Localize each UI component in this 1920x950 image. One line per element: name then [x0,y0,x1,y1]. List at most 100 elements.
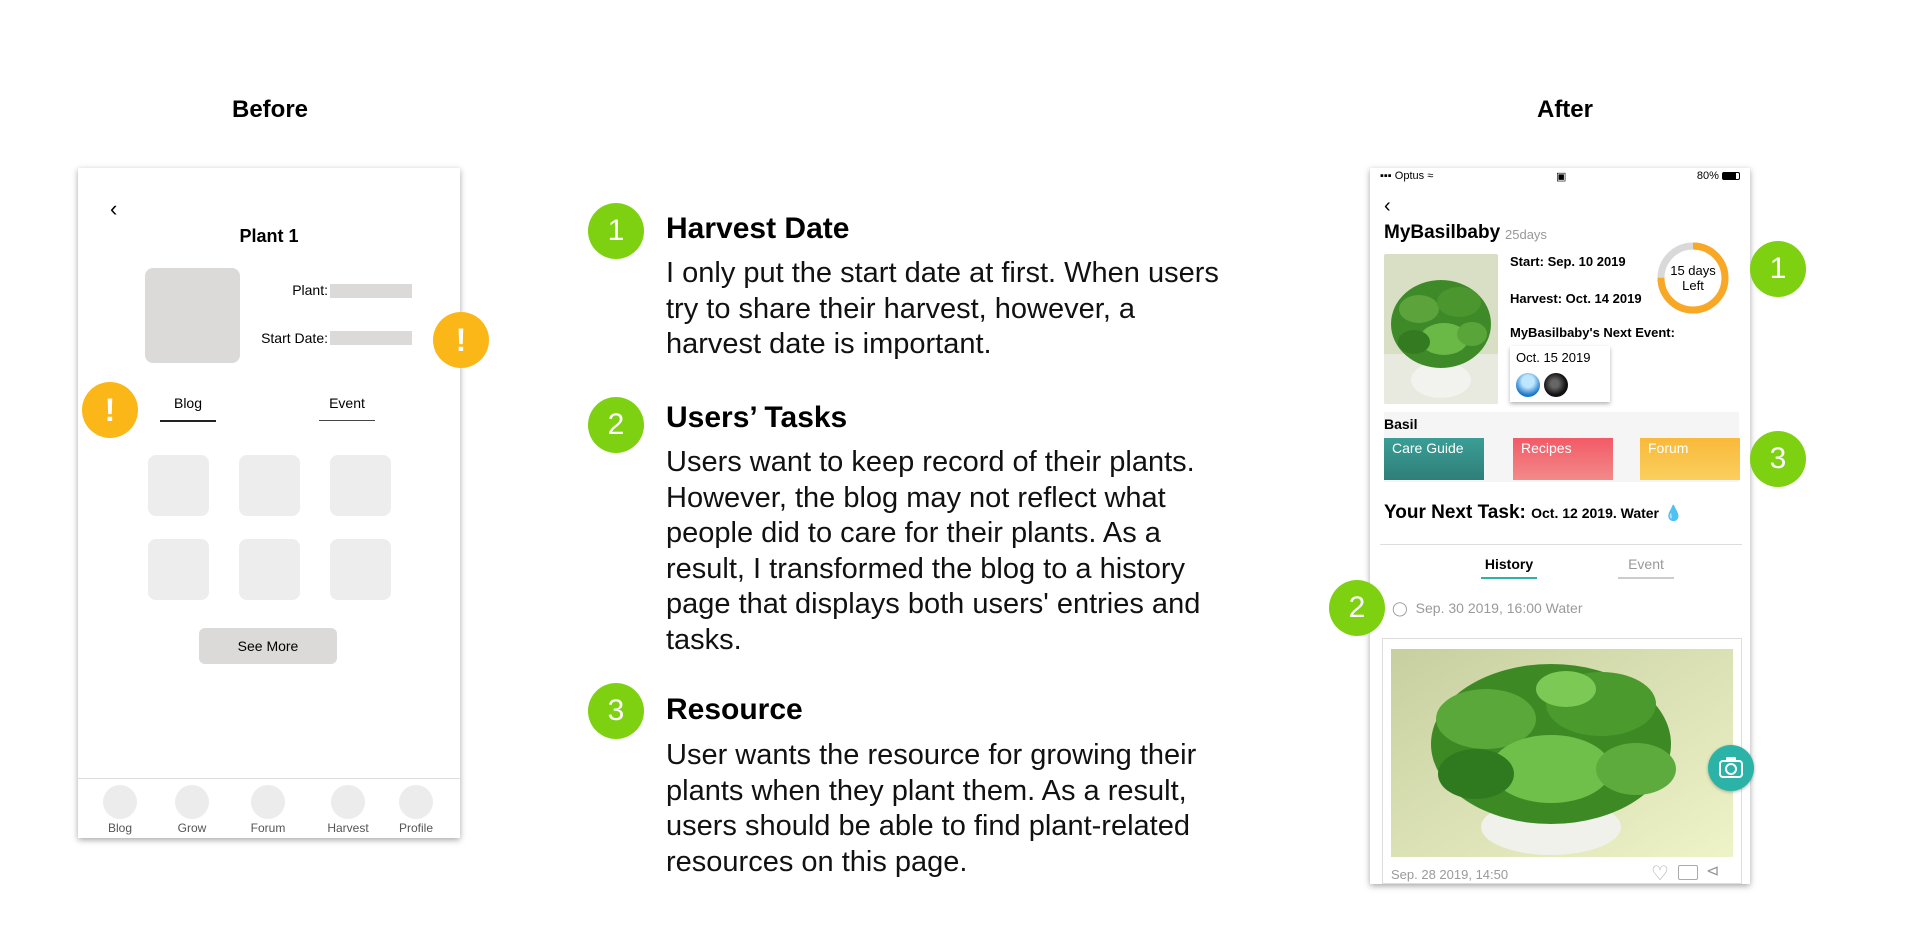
start-date-label: Start Date: [261,330,328,346]
nav-label: Blog [107,821,133,835]
chevron-left-icon[interactable]: ‹ [1384,196,1391,216]
carrier: ▪▪▪ Optus ≈ [1380,170,1433,182]
point-marker: 3 [1750,431,1806,487]
basil-plant-image [1384,254,1498,404]
share-icon[interactable]: ⊲ [1706,861,1719,881]
start-date-field[interactable] [330,331,412,345]
recipes-button[interactable]: Recipes [1513,438,1613,480]
heart-icon[interactable]: ♡ [1651,861,1669,884]
battery-level: 80% [1696,170,1719,182]
point-number: 2 [588,397,644,453]
nav-forum-icon [251,785,285,819]
blog-thumbnail[interactable] [330,455,391,516]
left-label: Left [1682,278,1704,293]
tab-event-underline [1618,577,1674,579]
point-title: Harvest Date [666,212,850,245]
plant-photo[interactable] [1384,254,1498,404]
start-label: Start: [1510,254,1544,269]
status-bar: ▪▪▪ Optus ≈ ▣ 80% [1370,168,1750,184]
post-date: Sep. 28 2019, 14:50 [1391,867,1509,882]
water-drop-icon: ◯ [1392,600,1408,616]
blog-thumbnail[interactable] [239,539,300,600]
next-task-label: Your Next Task: [1384,502,1526,523]
plant-age: 25days [1505,227,1547,242]
next-event-text: MyBasilbaby's Next Event: [1510,325,1675,340]
plant-label: Plant: [292,282,328,298]
care-guide-button[interactable]: Care Guide [1384,438,1484,480]
history-post-card[interactable]: Sep. 28 2019, 14:50 ♡ ⊲ [1382,638,1742,884]
tab-event[interactable]: Event [319,395,375,411]
before-heading: Before [231,96,309,123]
forum-button[interactable]: Forum [1640,438,1740,480]
nav-blog-icon [103,785,137,819]
warning-marker: ! [433,312,489,368]
battery: 80% [1697,170,1740,182]
blog-thumbnail[interactable] [148,455,209,516]
nav-forum[interactable]: Forum [238,785,298,835]
battery-icon [1722,172,1740,181]
chevron-left-icon[interactable]: ‹ [110,198,117,220]
tab-blog-underline [160,420,216,422]
point-number: 1 [588,203,644,259]
plant-photo-placeholder [145,268,240,363]
comment-icon[interactable] [1678,865,1698,880]
days-left-value: 15 days [1670,263,1716,278]
avatar[interactable] [1516,373,1540,397]
blog-thumbnail[interactable] [148,539,209,600]
see-more-button[interactable]: See More [199,628,337,664]
harvest-date: Harvest: Oct. 14 2019 [1510,291,1642,306]
days-left-label: 15 days Left [1655,263,1731,293]
point-body: I only put the start date at first. When… [666,257,1219,360]
history-log-entry: ◯ Sep. 30 2019, 16:00 Water [1392,600,1583,617]
water-drop-icon: 💧 [1664,505,1683,522]
signal-icon: ▪▪▪ [1380,170,1392,182]
harvest-value: Oct. 14 2019 [1565,291,1642,306]
nav-profile-icon [399,785,433,819]
nav-blog[interactable]: Blog [90,785,150,835]
wifi-icon: ≈ [1427,170,1434,182]
nav-harvest[interactable]: Harvest [318,785,378,835]
plant-field[interactable] [330,284,412,298]
nav-label: Grow [177,821,207,835]
category-label: Basil [1384,416,1418,432]
tab-event[interactable]: Event [1603,556,1689,572]
after-phone-mockup: ▪▪▪ Optus ≈ ▣ 80% ‹ MyBasilbaby 25days S… [1370,168,1750,884]
before-phone-mockup: ‹ Plant 1 Plant: Start Date: Blog Event … [78,168,460,838]
camera-icon [1719,757,1743,778]
after-heading: After [1536,96,1593,123]
nav-grow[interactable]: Grow [162,785,222,835]
nav-label: Harvest [327,821,369,835]
point-title: Resource [666,693,803,726]
plant-name: MyBasilbaby [1384,222,1501,243]
log-entry-text: Sep. 30 2019, 16:00 Water [1415,600,1583,616]
nav-grow-icon [175,785,209,819]
point-body: Users want to keep record of their plant… [666,446,1201,656]
next-event-card[interactable]: Oct. 15 2019 [1510,346,1610,402]
tab-event-underline [319,420,375,421]
nav-profile[interactable]: Profile [386,785,446,835]
divider [1380,544,1742,545]
start-value: Sep. 10 2019 [1547,254,1626,269]
tab-history[interactable]: History [1466,556,1552,572]
avatar[interactable] [1544,373,1568,397]
carrier-name: Optus [1394,170,1425,182]
nav-label: Profile [398,821,433,835]
nav-label: Forum [250,821,286,835]
blog-thumbnail[interactable] [239,455,300,516]
point-marker: 2 [1329,580,1385,636]
lock-icon: ▣ [1556,171,1567,183]
bottom-nav: Blog Grow Forum Harvest Profile [78,778,460,838]
blog-thumbnail[interactable] [330,539,391,600]
plant-title: Plant 1 [239,226,299,246]
tab-blog[interactable]: Blog [160,395,216,411]
basil-post-image [1391,649,1733,857]
point-body: User wants the resource for growing thei… [666,739,1197,878]
harvest-label: Harvest: [1510,291,1563,306]
nav-harvest-icon [331,785,365,819]
next-task: Your Next Task: Oct. 12 2019. Water 💧 [1384,502,1683,524]
start-date: Start: Sep. 10 2019 [1510,254,1626,269]
next-event-date: Oct. 15 2019 [1516,350,1591,365]
point-number: 3 [588,683,644,739]
camera-button[interactable] [1708,745,1754,791]
tab-history-underline [1481,577,1537,579]
